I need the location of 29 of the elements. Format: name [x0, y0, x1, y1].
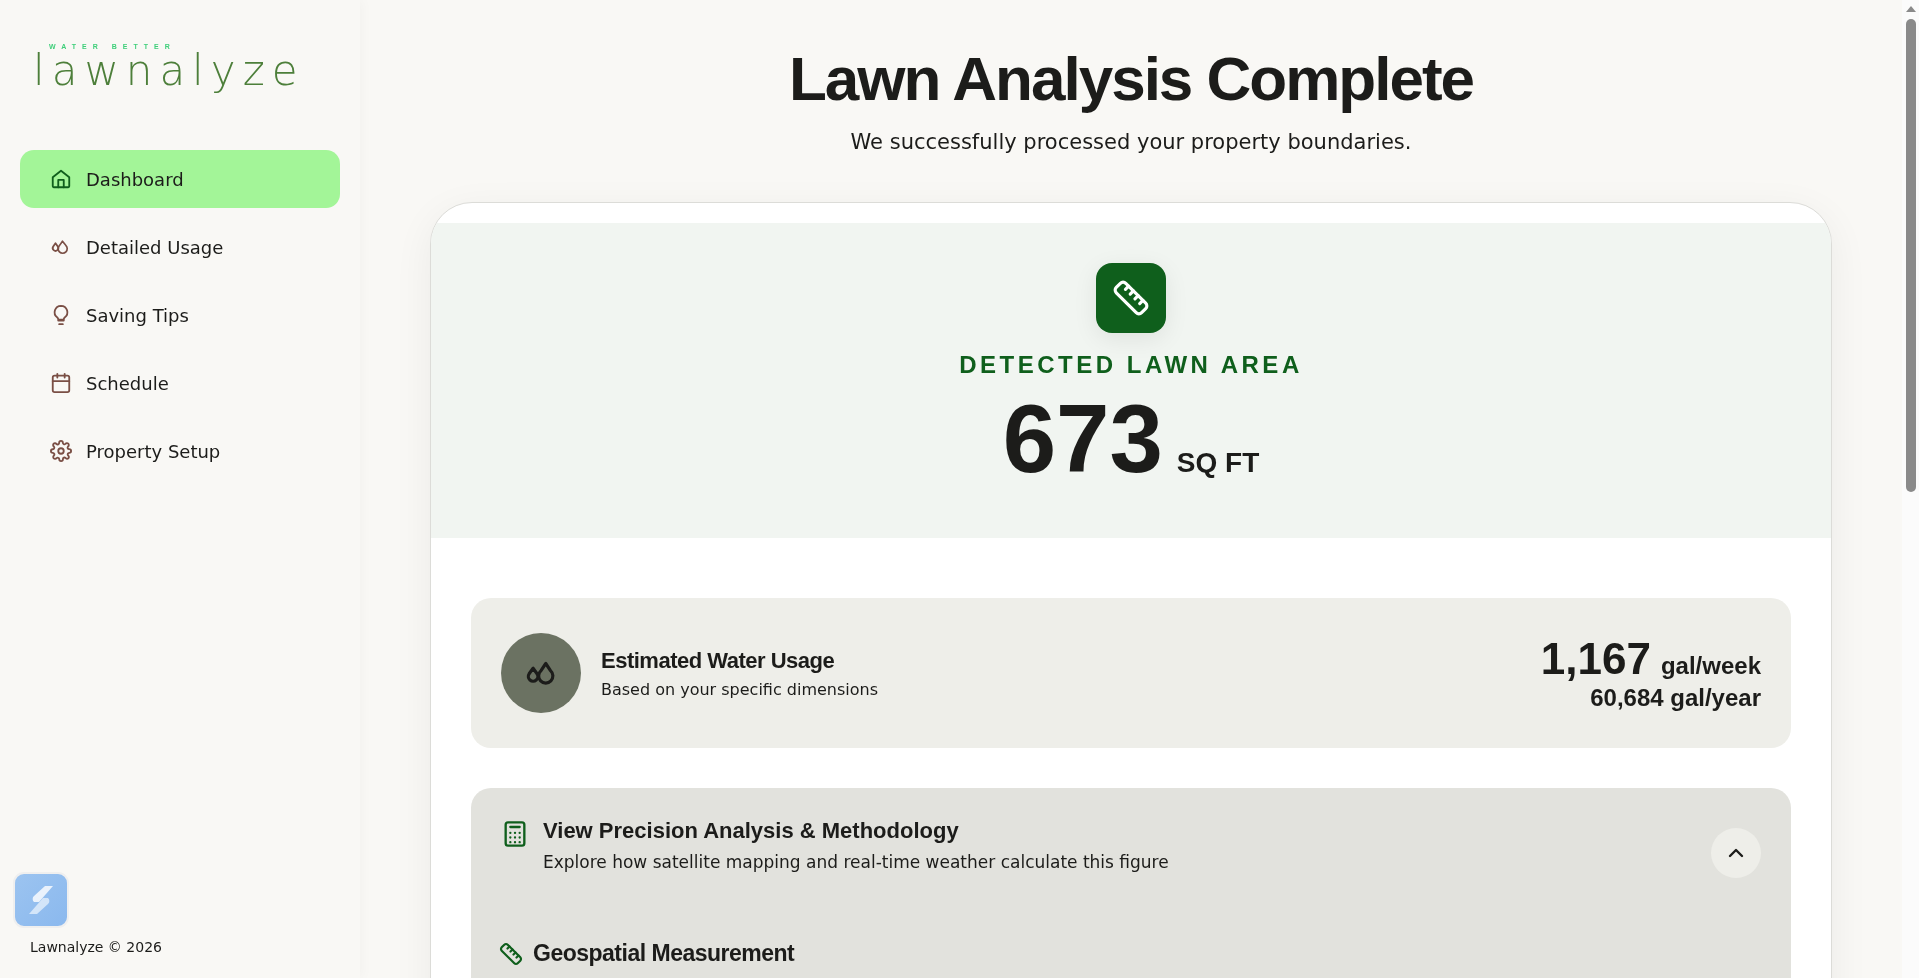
logo-wordmark: lawnalyze [33, 51, 306, 91]
floating-widget-icon[interactable] [13, 872, 69, 928]
weekly-value: 1,167 [1540, 634, 1651, 684]
sidebar-item[interactable]: Property Setup [20, 422, 340, 480]
water-usage-subtitle: Based on your specific dimensions [601, 679, 879, 699]
sidebar-item[interactable]: Detailed Usage [20, 218, 340, 276]
section-title: Geospatial Measurement [533, 940, 795, 967]
weekly-unit: gal/week [1660, 652, 1761, 680]
ruler-icon [1096, 263, 1166, 333]
page-subtitle: We successfully processed your property boundaries. [850, 129, 1412, 156]
sidebar-item[interactable]: Dashboard [20, 150, 340, 208]
methodology-subtitle: Explore how satellite mapping and real-time weather calculate this figure [543, 852, 1169, 872]
sidebar-item[interactable]: Schedule [20, 354, 340, 412]
area-label: DETECTED LAWN AREA [959, 351, 1303, 379]
area-value: 673 [1002, 387, 1163, 491]
water-usage-title: Estimated Water Usage [601, 647, 836, 674]
home-icon [50, 168, 72, 190]
scrollbar-thumb[interactable] [1905, 19, 1916, 492]
page-title: Lawn Analysis Complete [788, 43, 1474, 115]
area-unit: SQ FT [1176, 447, 1260, 479]
scroll-up-icon[interactable] [1905, 6, 1916, 12]
yearly-usage: 60,684 gal/year [1590, 684, 1761, 712]
methodology-title: View Precision Analysis & Methodology [543, 818, 960, 844]
copyright-text: Lawnalyze © 2026 [30, 939, 162, 955]
ruler-icon [499, 941, 523, 966]
settings-icon [50, 440, 72, 462]
scrollbar[interactable] [1902, 0, 1919, 978]
calendar-icon [50, 372, 72, 394]
sidebar-item[interactable]: Saving Tips [20, 286, 340, 344]
